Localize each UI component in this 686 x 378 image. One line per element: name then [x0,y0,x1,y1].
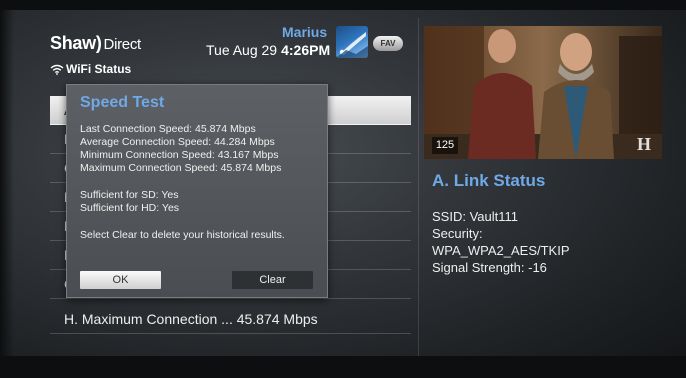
channel-number: 125 [432,137,458,154]
clear-button[interactable]: Clear [232,271,313,289]
tv-screen: Shaw) Direct Marius Tue Aug 29 4:26PM FAV … [0,0,686,378]
section-title: WiFi Status [50,62,131,76]
security-label: Security: [432,226,483,241]
average-speed: Average Connection Speed: 44.284 Mbps [80,136,275,148]
channel-watermark: H [637,134,651,154]
minimum-speed: Minimum Connection Speed: 43.167 Mbps [80,149,279,161]
hd-sufficiency: Sufficient for HD: Yes [80,202,180,214]
maximum-speed: Maximum Connection Speed: 45.874 Mbps [80,162,282,174]
username: Marius [282,24,328,40]
shaw-direct-logo: Shaw) Direct [50,33,141,53]
panel-divider [418,18,419,356]
date-time: Tue Aug 29 4:26PM [206,42,330,58]
signal-strength: Signal Strength: -16 [432,260,547,275]
list-item-h[interactable]: H. Maximum Connection ... 45.874 Mbps [50,304,411,334]
dialog-title: Speed Test [80,94,165,111]
speed-test-dialog: Speed Test Last Connection Speed: 45.874… [66,84,328,298]
last-speed: Last Connection Speed: 45.874 Mbps [80,123,256,135]
fav-button[interactable]: FAV [373,36,403,51]
wifi-icon [50,64,64,75]
bezel-top [0,0,686,10]
clear-hint: Select Clear to delete your historical r… [80,229,285,241]
ssid-text: SSID: Vault111 [432,209,518,224]
detail-info: SSID: Vault111 Security: WPA_WPA2_AES/TK… [432,208,570,276]
date: Tue Aug 29 [206,42,278,58]
sd-sufficiency: Sufficient for SD: Yes [80,189,179,201]
bezel-left [0,0,14,378]
comet-icon [336,32,368,58]
video-frame: H [424,26,662,159]
detail-title: A. Link Status [432,171,546,190]
security-value: WPA_WPA2_AES/TKIP [432,243,570,258]
user-avatar[interactable] [336,26,368,58]
bezel-bottom [0,356,686,378]
ok-button[interactable]: OK [80,271,161,289]
time: 4:26PM [281,42,331,58]
video-preview[interactable]: H [424,26,662,159]
